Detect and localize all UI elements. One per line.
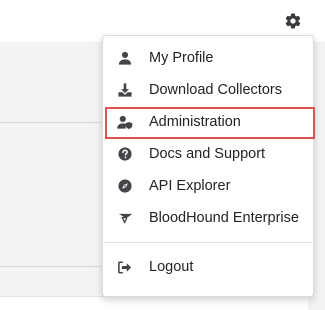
bloodhound-logo-icon [117,210,133,226]
settings-dropdown-menu: My Profile Download Collectors Administr… [102,35,315,297]
menu-item-label: My Profile [149,50,214,66]
question-circle-icon [117,146,133,162]
menu-item-label: Download Collectors [149,82,282,98]
menu-item-label: Docs and Support [149,146,266,162]
menu-item-my-profile[interactable]: My Profile [103,42,313,74]
user-icon [117,50,133,66]
menu-item-label: Logout [149,259,194,275]
menu-item-label: API Explorer [149,178,231,194]
menu-item-bloodhound-enterprise[interactable]: BloodHound Enterprise [103,202,313,234]
app-window: My Profile Download Collectors Administr… [0,0,325,310]
user-shield-icon [117,114,133,130]
sign-out-icon [117,259,133,275]
menu-item-download-collectors[interactable]: Download Collectors [103,74,313,106]
menu-item-api-explorer[interactable]: API Explorer [103,170,313,202]
menu-item-administration[interactable]: Administration [103,106,313,138]
background-card [0,296,308,310]
settings-button[interactable] [283,11,303,31]
menu-item-logout[interactable]: Logout [103,251,313,283]
download-icon [117,82,133,98]
gear-icon [285,13,301,29]
menu-item-label: Administration [149,114,241,130]
menu-item-docs-and-support[interactable]: Docs and Support [103,138,313,170]
compass-icon [117,178,133,194]
menu-item-label: BloodHound Enterprise [149,210,299,226]
menu-divider [103,242,313,243]
